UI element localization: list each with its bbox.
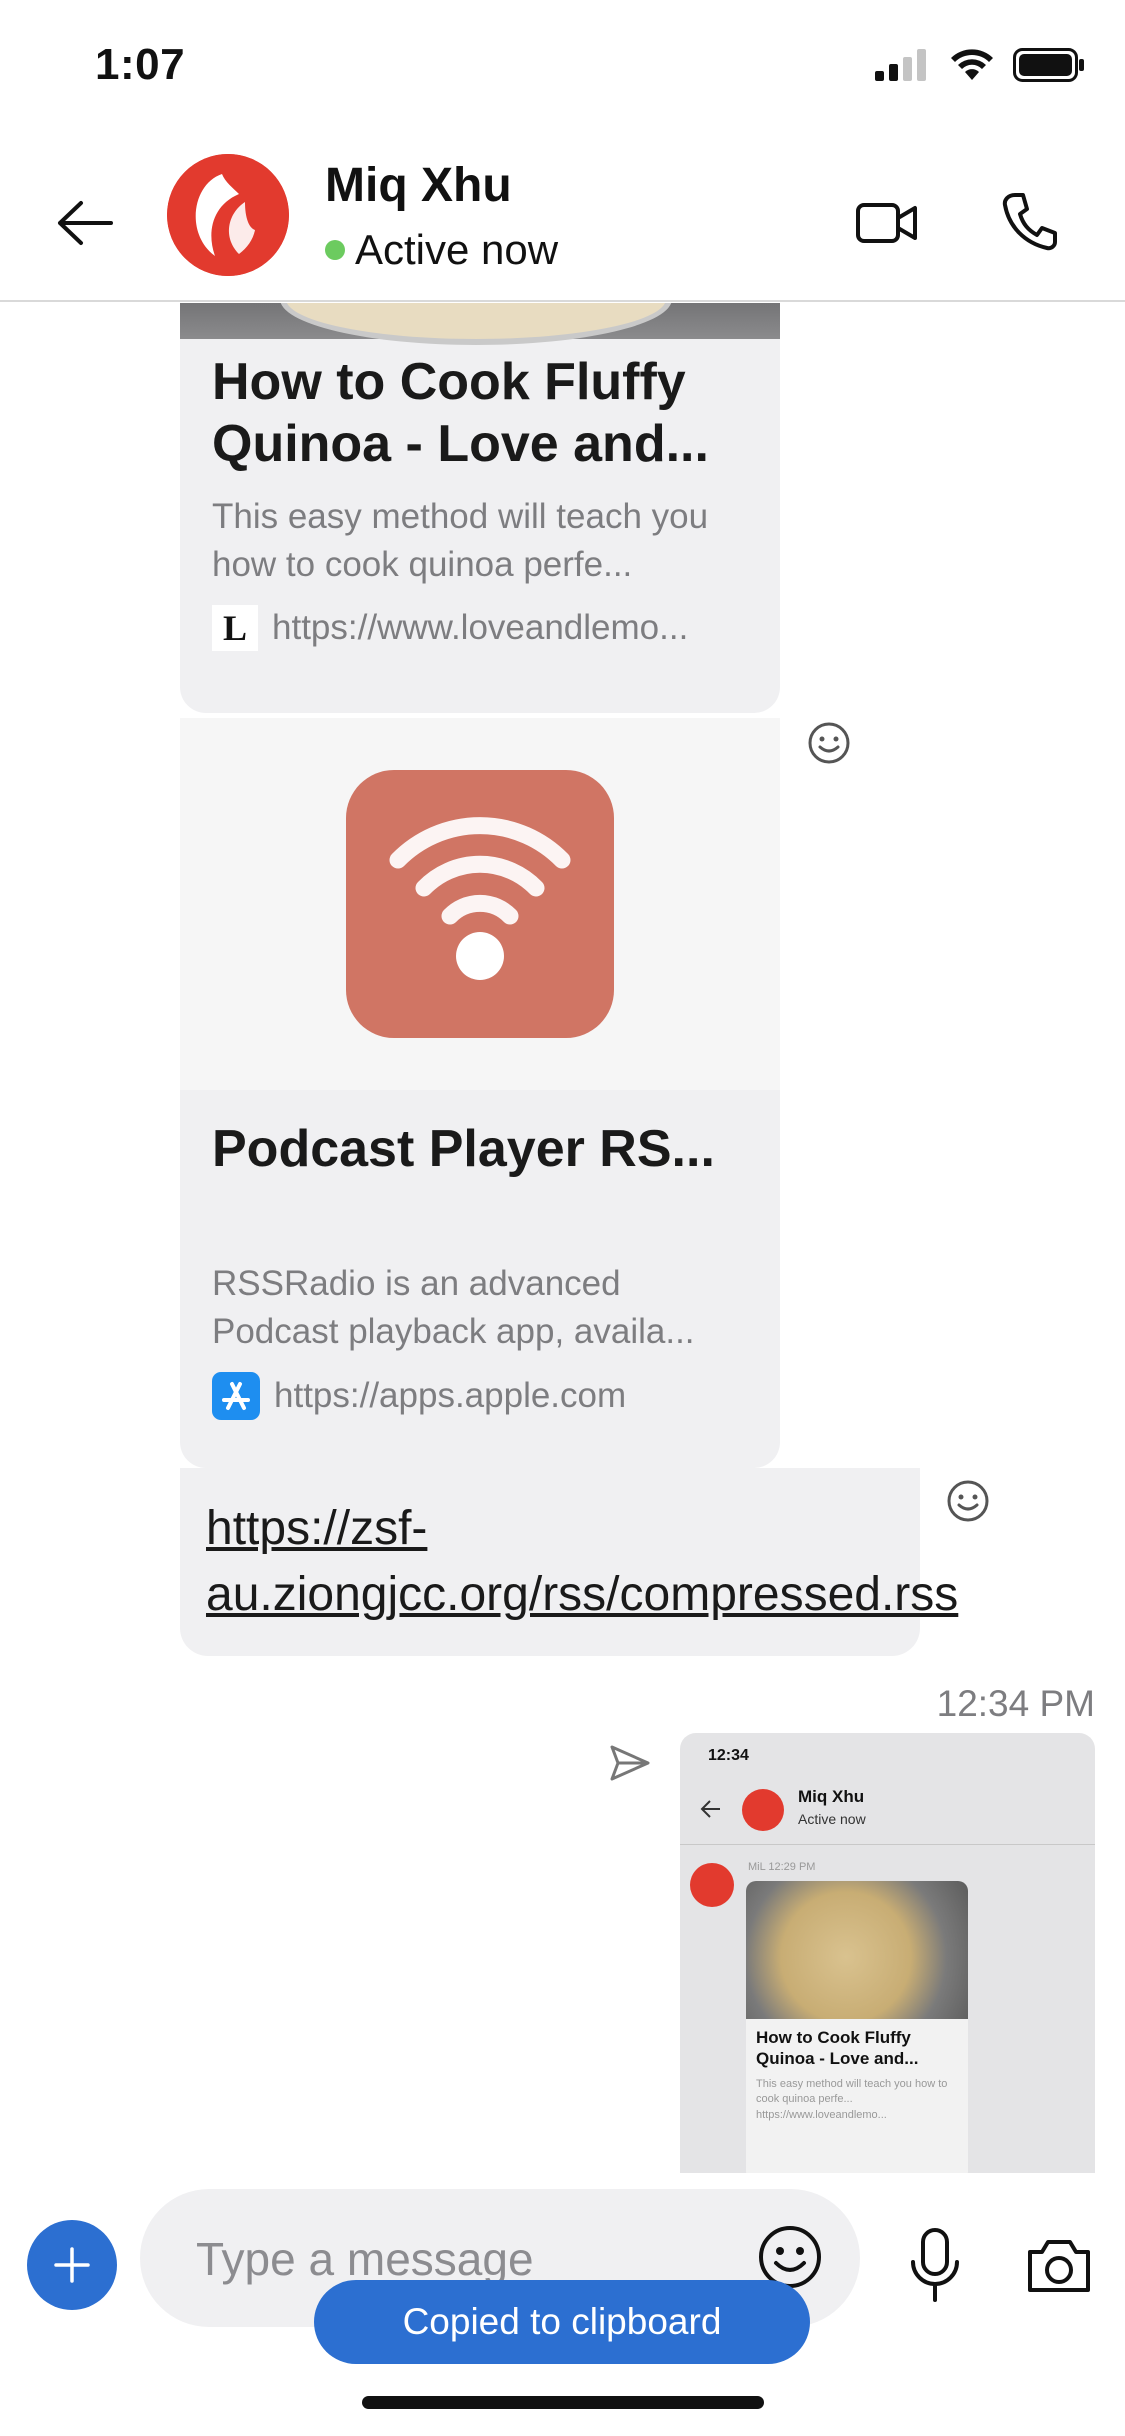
chat-header: Miq Xhu Active now: [0, 140, 1125, 302]
preview-title: How to Cook Fluffy Quinoa - Love and...: [212, 353, 709, 473]
link-preview-card[interactable]: Podcast Player RS... RSSRadio is an adva…: [180, 718, 780, 1468]
home-indicator[interactable]: [362, 2396, 764, 2409]
thumb-url: https://www.loveandlemo...: [756, 2109, 887, 2121]
status-icons: [875, 48, 1085, 82]
microphone-icon[interactable]: [905, 2220, 965, 2310]
thumb-presence: Active now: [798, 1811, 866, 1827]
podcast-app-icon: [346, 770, 614, 1038]
thumb-contact-name: Miq Xhu: [798, 1787, 865, 1806]
message-bubble[interactable]: https://zsf-au.ziongjcc.org/rss/compress…: [180, 1468, 958, 1656]
status-bar: 1:07: [0, 0, 1125, 140]
phone-call-button[interactable]: [992, 184, 1066, 258]
contact-name[interactable]: Miq Xhu: [325, 158, 512, 213]
preview-url: https://www.loveandlemo...: [272, 608, 689, 647]
thumb-title: How to Cook Fluffy Quinoa - Love and...: [756, 2028, 919, 2068]
preview-description: RSSRadio is an advanced Podcast playback…: [212, 1264, 695, 1351]
arrow-left-icon: [58, 201, 113, 245]
message-link[interactable]: https://zsf-au.ziongjcc.org/rss/compress…: [206, 1496, 958, 1628]
phone-icon: [1002, 193, 1057, 251]
preview-image: [180, 718, 780, 1090]
app-store-icon: [212, 1372, 260, 1420]
link-preview-card[interactable]: How to Cook Fluffy Quinoa - Love and... …: [180, 303, 780, 713]
site-logo-icon: L: [212, 605, 258, 651]
presence-dot: [325, 240, 345, 260]
thumb-back-icon: [700, 1800, 720, 1818]
video-call-button[interactable]: [850, 188, 924, 258]
avatar[interactable]: [167, 154, 289, 276]
thumb-quinoa-image: [746, 1881, 968, 2019]
plus-icon: [54, 2247, 90, 2283]
message-list[interactable]: How to Cook Fluffy Quinoa - Love and... …: [0, 303, 1125, 2173]
video-call-icon: [856, 203, 917, 243]
status-time: 1:07: [95, 40, 186, 89]
message-timestamp: 12:34 PM: [936, 1683, 1095, 1724]
preview-url: https://apps.apple.com: [274, 1376, 627, 1415]
avatar-logo-icon: [167, 154, 289, 276]
thumb-avatar-small: [690, 1863, 734, 1907]
add-reaction-icon[interactable]: [807, 721, 851, 765]
back-button[interactable]: [50, 188, 120, 258]
thumb-card: How to Cook Fluffy Quinoa - Love and... …: [746, 1881, 968, 2173]
thumb-sender-line: MiL 12:29 PM: [748, 1861, 816, 1873]
thumb-description: This easy method will teach you how to c…: [756, 2078, 948, 2105]
presence-label: Active now: [355, 226, 559, 273]
presence-status: Active now: [325, 226, 558, 274]
preview-url-row: L https://www.loveandlemo...: [212, 605, 752, 651]
thumb-avatar: [742, 1789, 784, 1831]
thumb-status-time: 12:34: [708, 1747, 749, 1764]
thumb-header: Miq Xhu Active now: [680, 1775, 1095, 1845]
camera-icon[interactable]: [1024, 2230, 1094, 2300]
preview-image: [180, 303, 780, 345]
sent-status-icon: [610, 1745, 650, 1781]
add-attachment-button[interactable]: [27, 2220, 117, 2310]
wifi-icon: [951, 49, 993, 80]
preview-title: Podcast Player RS...: [212, 1120, 715, 1178]
add-reaction-icon[interactable]: [946, 1479, 990, 1523]
rss-icon: [389, 817, 571, 980]
copied-toast: Copied to clipboard: [314, 2280, 810, 2364]
battery-icon: [1013, 48, 1084, 82]
preview-url-row: https://apps.apple.com: [212, 1372, 752, 1420]
signal-icon: [875, 49, 926, 81]
preview-description: This easy method will teach you how to c…: [212, 497, 709, 584]
sent-image[interactable]: 12:34 Miq Xhu Active now MiL 12:29 PM Ho…: [680, 1733, 1095, 2173]
